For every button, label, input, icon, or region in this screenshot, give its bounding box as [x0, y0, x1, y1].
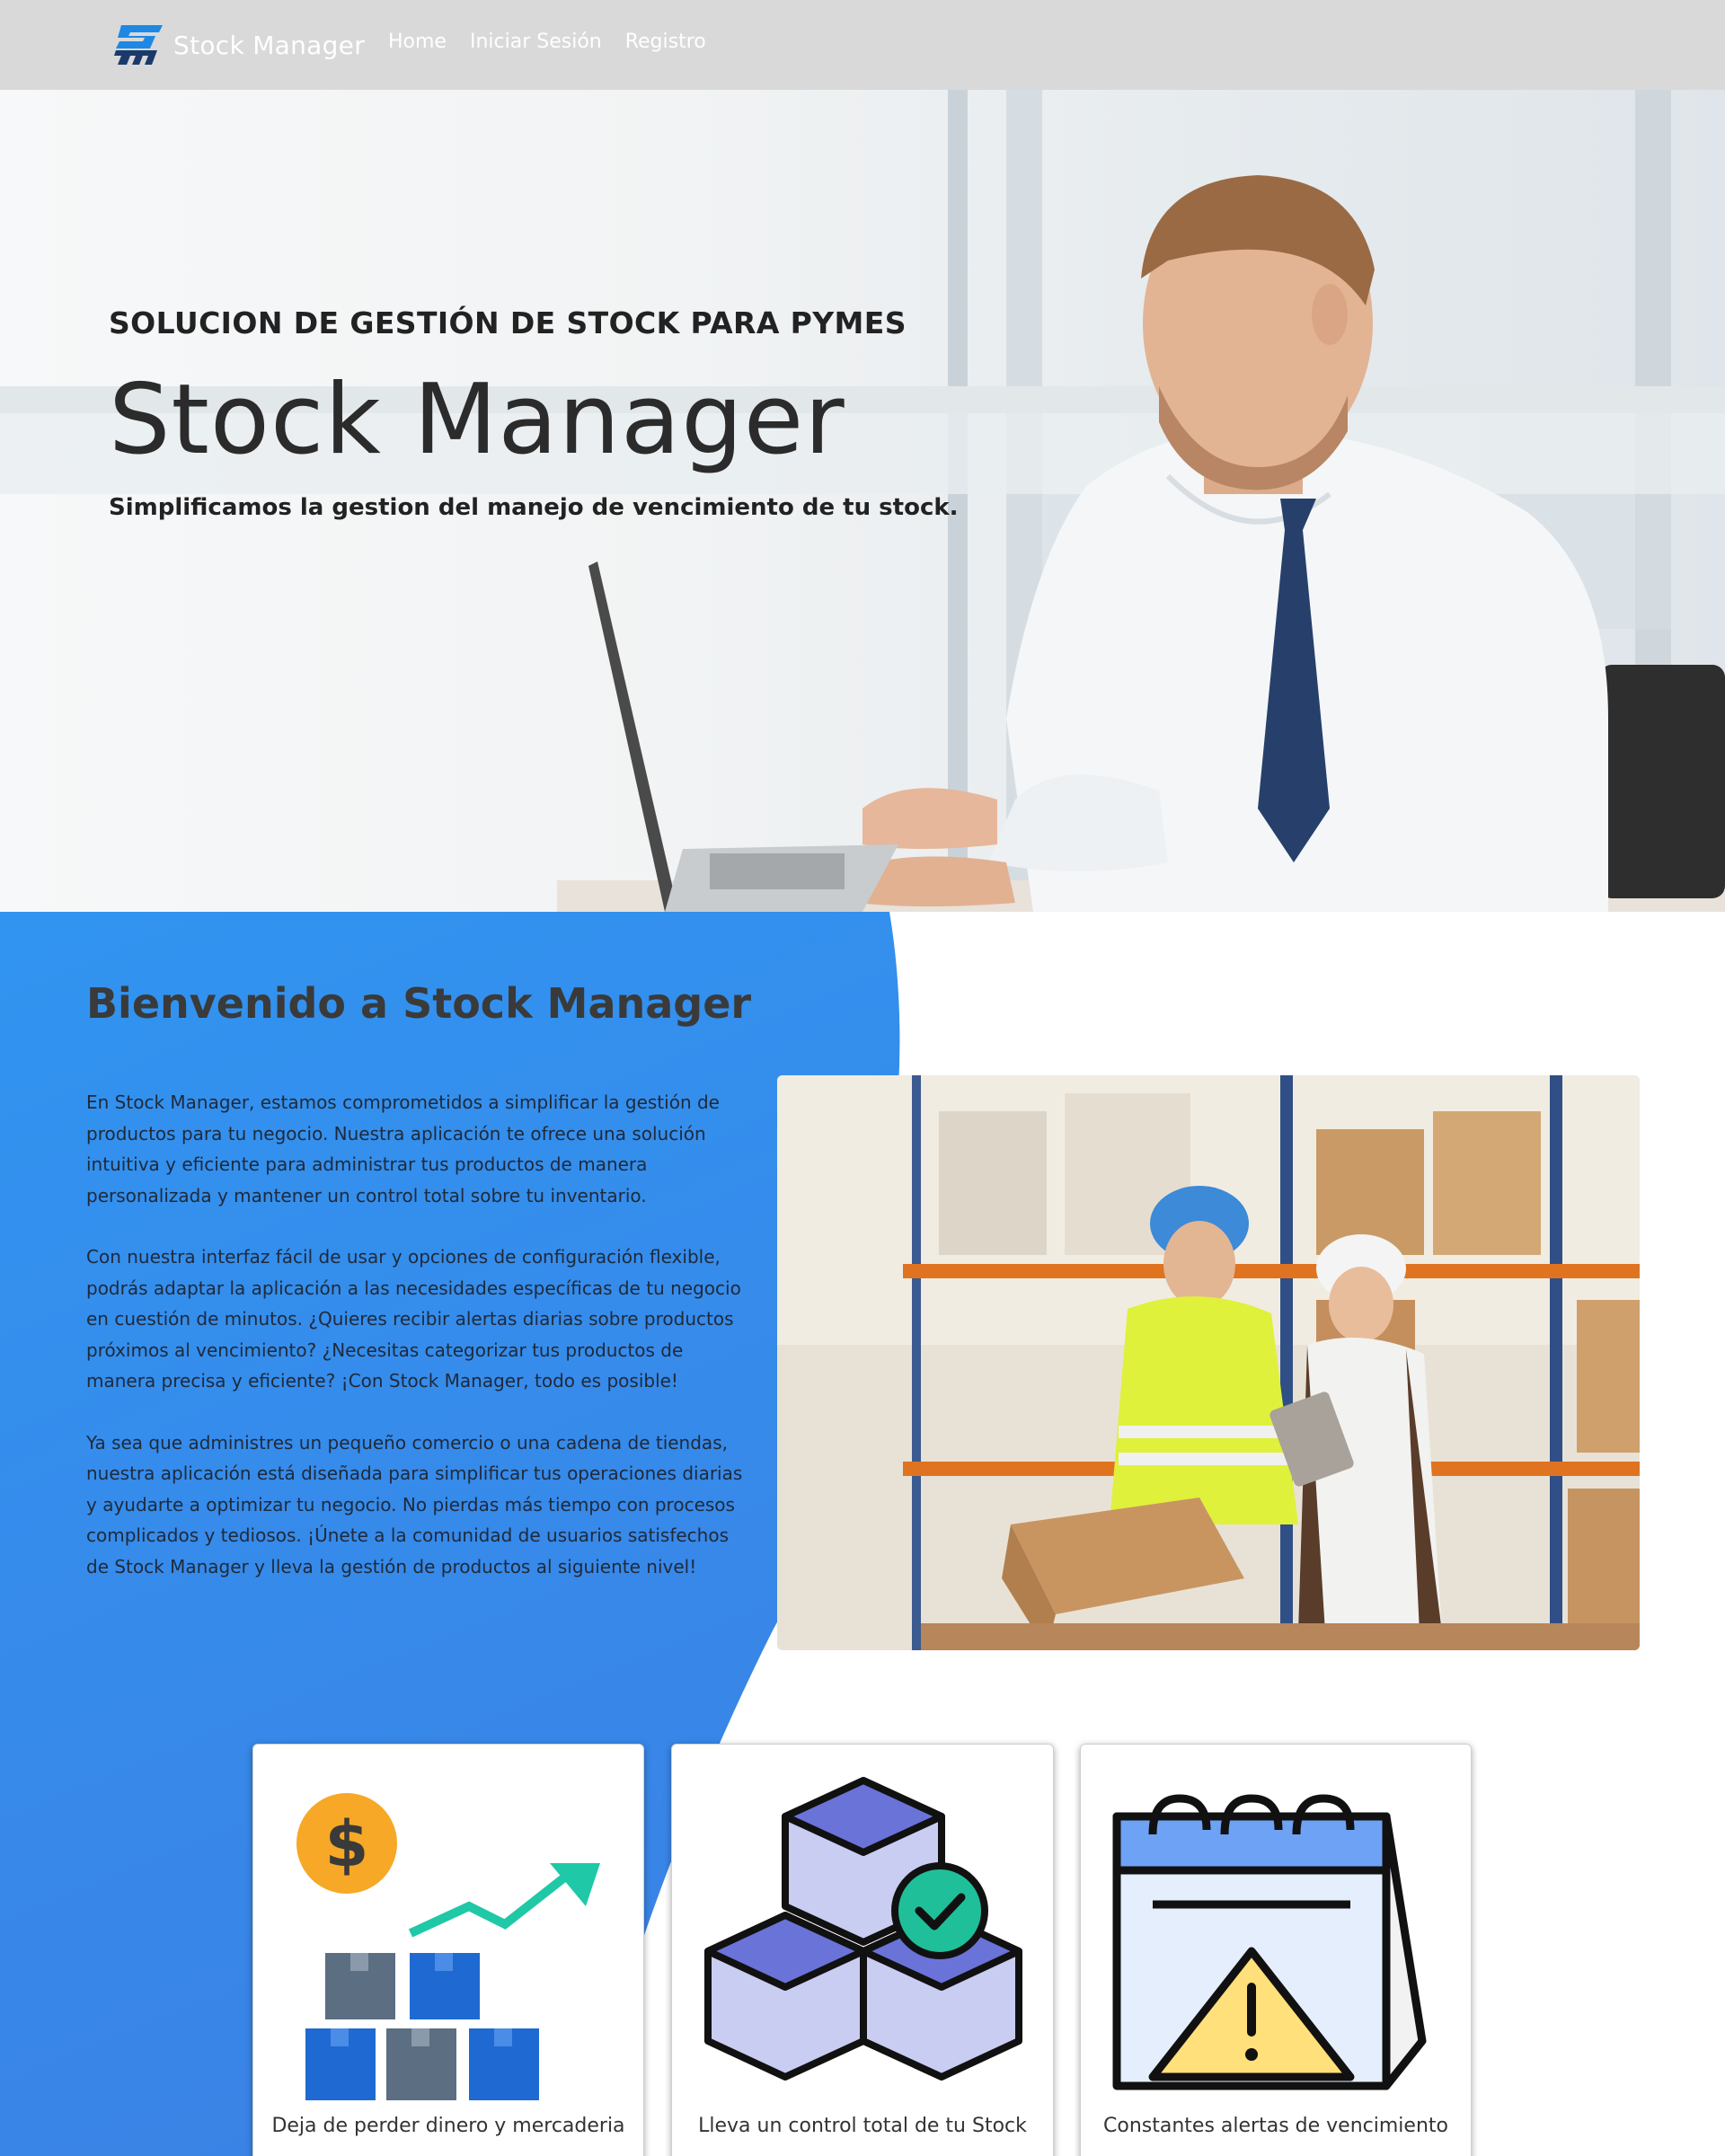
- money-growth-icon: $: [296, 1793, 600, 2100]
- feature-card[interactable]: Constantes alertas de vencimiento: [1080, 1744, 1472, 2156]
- feature-card[interactable]: Lleva un control total de tu Stock: [671, 1744, 1054, 2156]
- warehouse-workers-photo: [777, 1075, 1640, 1650]
- hero-title: Stock Manager: [109, 364, 845, 476]
- hero-text: SOLUCION DE GESTIÓN DE STOCK PARA PYMES …: [109, 305, 1007, 521]
- brand[interactable]: Stock Manager: [112, 22, 365, 68]
- welcome-paragraph: Ya sea que administres un pequeño comerc…: [86, 1431, 743, 1577]
- nav-link-home[interactable]: Home: [388, 31, 447, 53]
- hero-subtitle: Simplificamos la gestion del manejo de v…: [109, 493, 959, 521]
- navbar: Stock Manager Home Iniciar Sesión Regist…: [0, 0, 1725, 90]
- card-label: Lleva un control total de tu Stock: [698, 2115, 1027, 2137]
- hero-kicker: SOLUCION DE GESTIÓN DE STOCK PARA PYMES: [109, 305, 907, 340]
- stock-manager-logo-icon: [114, 25, 163, 65]
- brand-name: Stock Manager: [173, 30, 366, 60]
- welcome-body: En Stock Manager, estamos comprometidos …: [86, 1087, 751, 1613]
- welcome-title: Bienvenido a Stock Manager: [86, 979, 752, 1028]
- calendar-alert-icon: [1112, 1794, 1427, 2090]
- card-label: Constantes alertas de vencimiento: [1103, 2115, 1448, 2137]
- hero-section: SOLUCION DE GESTIÓN DE STOCK PARA PYMES …: [0, 90, 1725, 912]
- card-label: Deja de perder dinero y mercaderia: [271, 2115, 625, 2137]
- nav-link-register[interactable]: Registro: [625, 31, 706, 53]
- nav-links: Home Iniciar Sesión Registro: [388, 31, 706, 53]
- nav-link-login[interactable]: Iniciar Sesión: [470, 31, 602, 53]
- feature-card[interactable]: $ Deja de perder dinero y mercaderia: [252, 1744, 644, 2156]
- boxes-check-icon: [704, 1777, 1022, 2081]
- svg-text:$: $: [325, 1807, 369, 1881]
- welcome-paragraph: Con nuestra interfaz fácil de usar y opc…: [86, 1246, 741, 1392]
- welcome-paragraph: En Stock Manager, estamos comprometidos …: [86, 1091, 720, 1206]
